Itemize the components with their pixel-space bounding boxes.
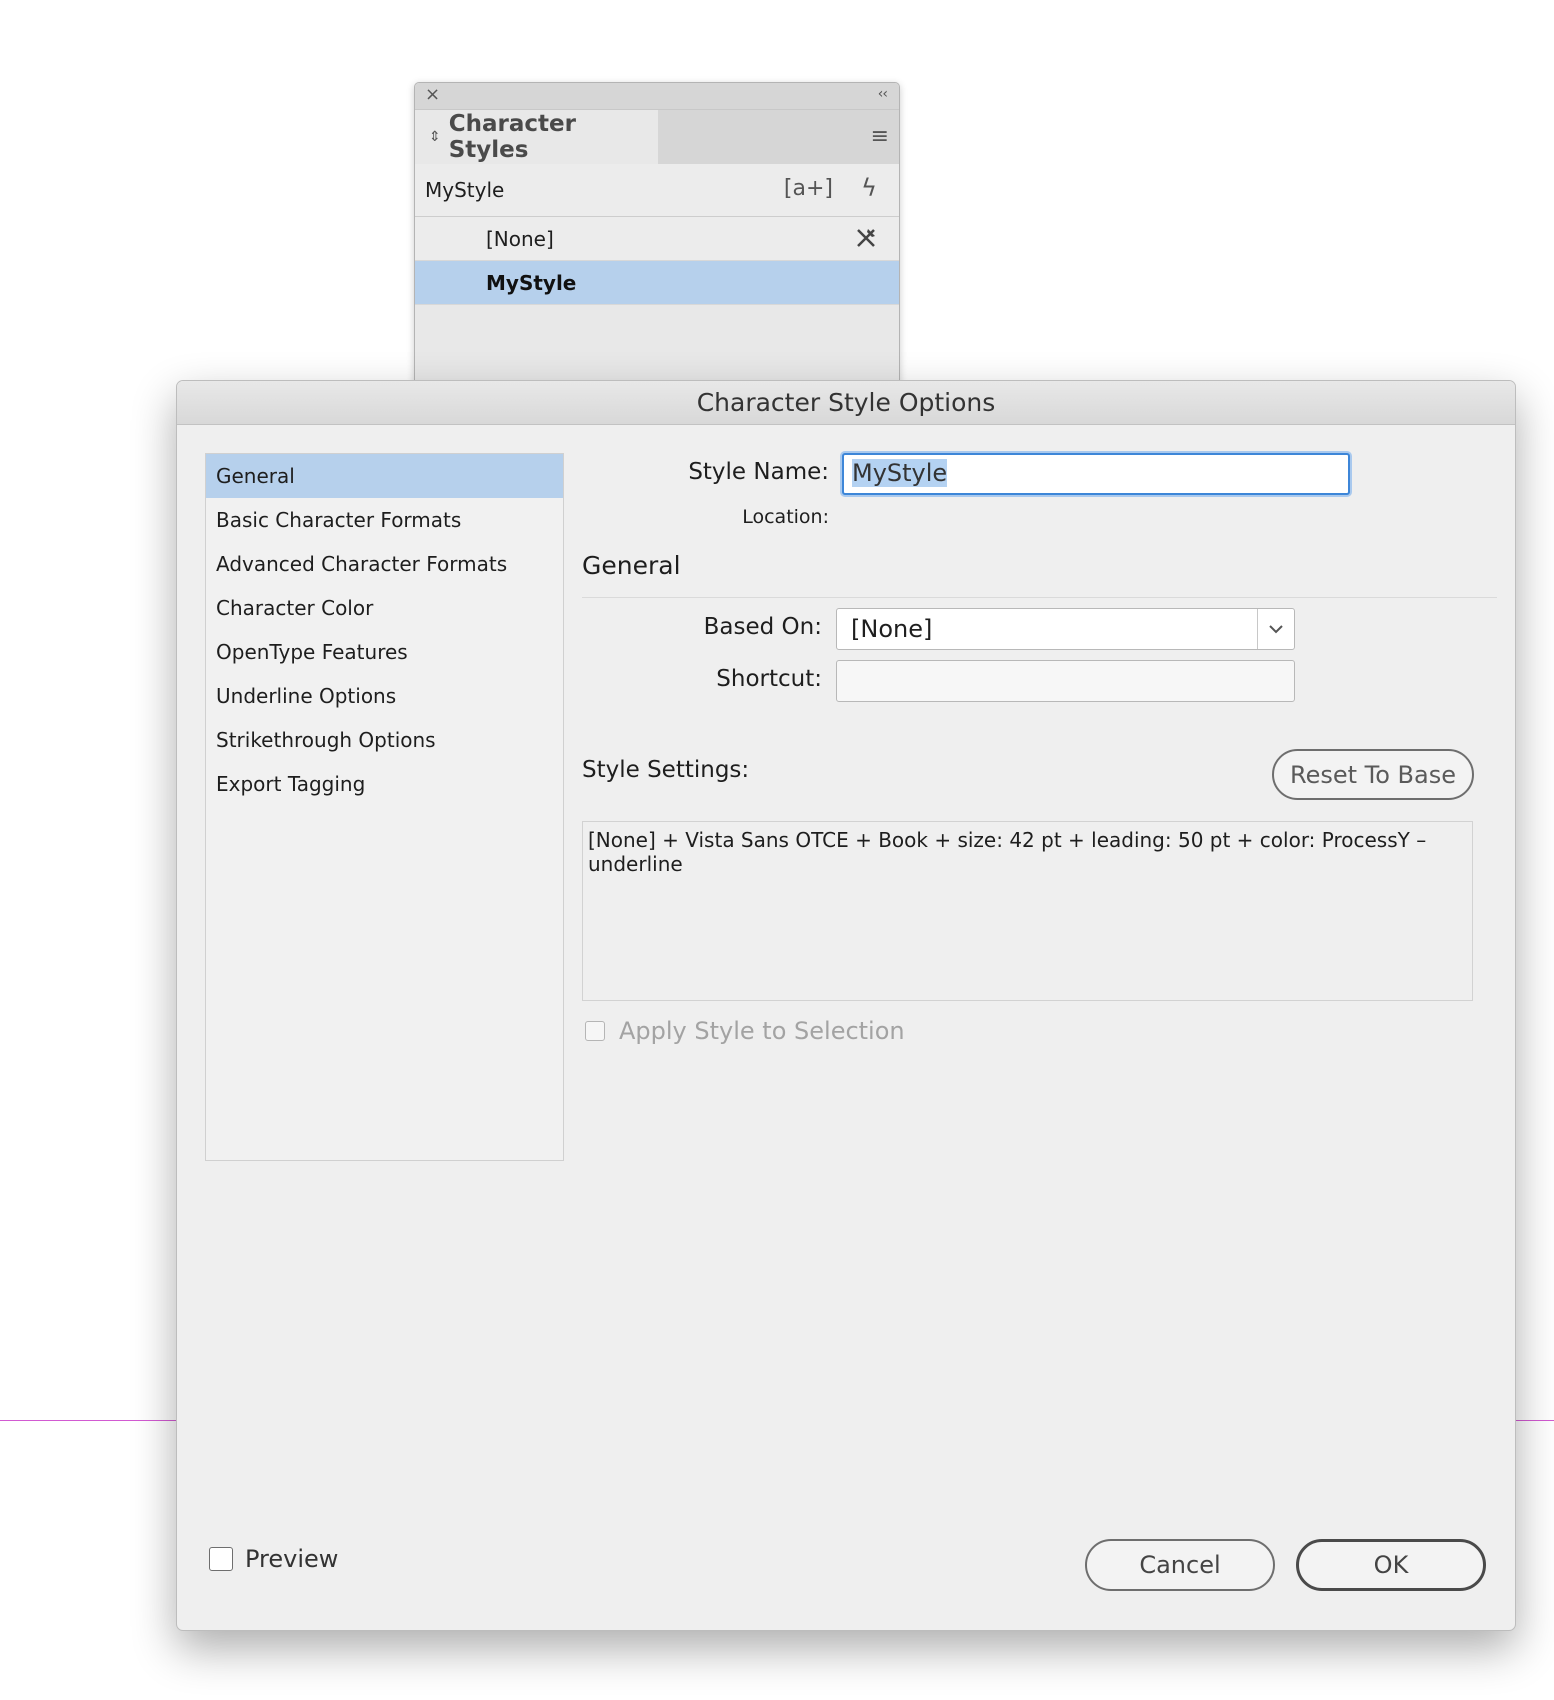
preview-label: Preview bbox=[245, 1545, 339, 1573]
style-item-label: MyStyle bbox=[486, 270, 577, 295]
category-general[interactable]: General bbox=[206, 454, 563, 498]
collapse-icon[interactable]: ‹‹ bbox=[878, 86, 888, 102]
current-style-name: MyStyle bbox=[425, 178, 505, 202]
category-strikethrough-options[interactable]: Strikethrough Options bbox=[206, 718, 563, 762]
section-title: General bbox=[582, 551, 681, 580]
panel-menu-icon[interactable]: ≡ bbox=[871, 126, 889, 148]
style-settings-text: [None] + Vista Sans OTCE + Book + size: … bbox=[582, 821, 1473, 1001]
based-on-label: Based On: bbox=[703, 614, 822, 640]
style-list: [None] MyStyle bbox=[415, 217, 899, 305]
panel-tab-row: ⇕ Character Styles ≡ bbox=[415, 110, 899, 164]
category-list: General Basic Character Formats Advanced… bbox=[205, 453, 564, 1161]
preview-checkbox[interactable] bbox=[209, 1547, 233, 1571]
style-settings-label: Style Settings: bbox=[582, 757, 750, 783]
close-icon[interactable]: × bbox=[425, 84, 440, 105]
reset-to-base-button[interactable]: Reset To Base bbox=[1272, 749, 1474, 800]
quick-apply-icon[interactable]: ϟ bbox=[861, 174, 877, 202]
apply-style-row: Apply Style to Selection bbox=[585, 1017, 905, 1045]
category-export-tagging[interactable]: Export Tagging bbox=[206, 762, 563, 806]
new-style-icon[interactable]: [a+] bbox=[784, 176, 833, 201]
style-name-value: MyStyle bbox=[852, 459, 948, 487]
sort-arrows-icon: ⇕ bbox=[429, 129, 441, 145]
tab-character-styles[interactable]: ⇕ Character Styles bbox=[415, 110, 658, 164]
panel-tab-label: Character Styles bbox=[448, 111, 576, 163]
apply-style-label: Apply Style to Selection bbox=[619, 1017, 905, 1045]
panel-current-style-row: MyStyle [a+] ϟ bbox=[415, 164, 899, 217]
location-label: Location: bbox=[742, 506, 829, 528]
style-item-mystyle[interactable]: MyStyle bbox=[415, 261, 899, 305]
based-on-select[interactable]: [None] bbox=[836, 608, 1295, 650]
chevron-down-icon[interactable] bbox=[1257, 609, 1294, 649]
character-style-options-dialog: Character Style Options General Basic Ch… bbox=[176, 380, 1516, 1631]
style-name-field[interactable]: MyStyle bbox=[842, 453, 1350, 495]
shortcut-label: Shortcut: bbox=[716, 666, 822, 692]
panel-titlebar: × ‹‹ bbox=[415, 83, 899, 110]
category-underline-options[interactable]: Underline Options bbox=[206, 674, 563, 718]
locked-style-icon bbox=[853, 225, 879, 257]
dialog-title: Character Style Options bbox=[696, 388, 996, 417]
section-divider bbox=[582, 597, 1497, 598]
style-item-label: [None] bbox=[486, 226, 554, 251]
apply-style-checkbox[interactable] bbox=[585, 1021, 605, 1041]
based-on-value: [None] bbox=[851, 615, 933, 643]
cancel-button[interactable]: Cancel bbox=[1085, 1539, 1275, 1591]
category-opentype-features[interactable]: OpenType Features bbox=[206, 630, 563, 674]
style-name-label: Style Name: bbox=[688, 459, 829, 485]
ok-button[interactable]: OK bbox=[1296, 1539, 1486, 1591]
category-character-color[interactable]: Character Color bbox=[206, 586, 563, 630]
category-advanced-character-formats[interactable]: Advanced Character Formats bbox=[206, 542, 563, 586]
guide-line-right bbox=[1510, 1420, 1554, 1421]
shortcut-field[interactable] bbox=[836, 660, 1295, 702]
character-styles-panel: × ‹‹ ⇕ Character Styles ≡ MyStyle [a+] ϟ… bbox=[414, 82, 900, 404]
category-basic-character-formats[interactable]: Basic Character Formats bbox=[206, 498, 563, 542]
dialog-titlebar: Character Style Options bbox=[177, 381, 1515, 425]
preview-row: Preview bbox=[209, 1545, 338, 1573]
style-item-none[interactable]: [None] bbox=[415, 217, 899, 261]
guide-line-left bbox=[0, 1420, 180, 1421]
